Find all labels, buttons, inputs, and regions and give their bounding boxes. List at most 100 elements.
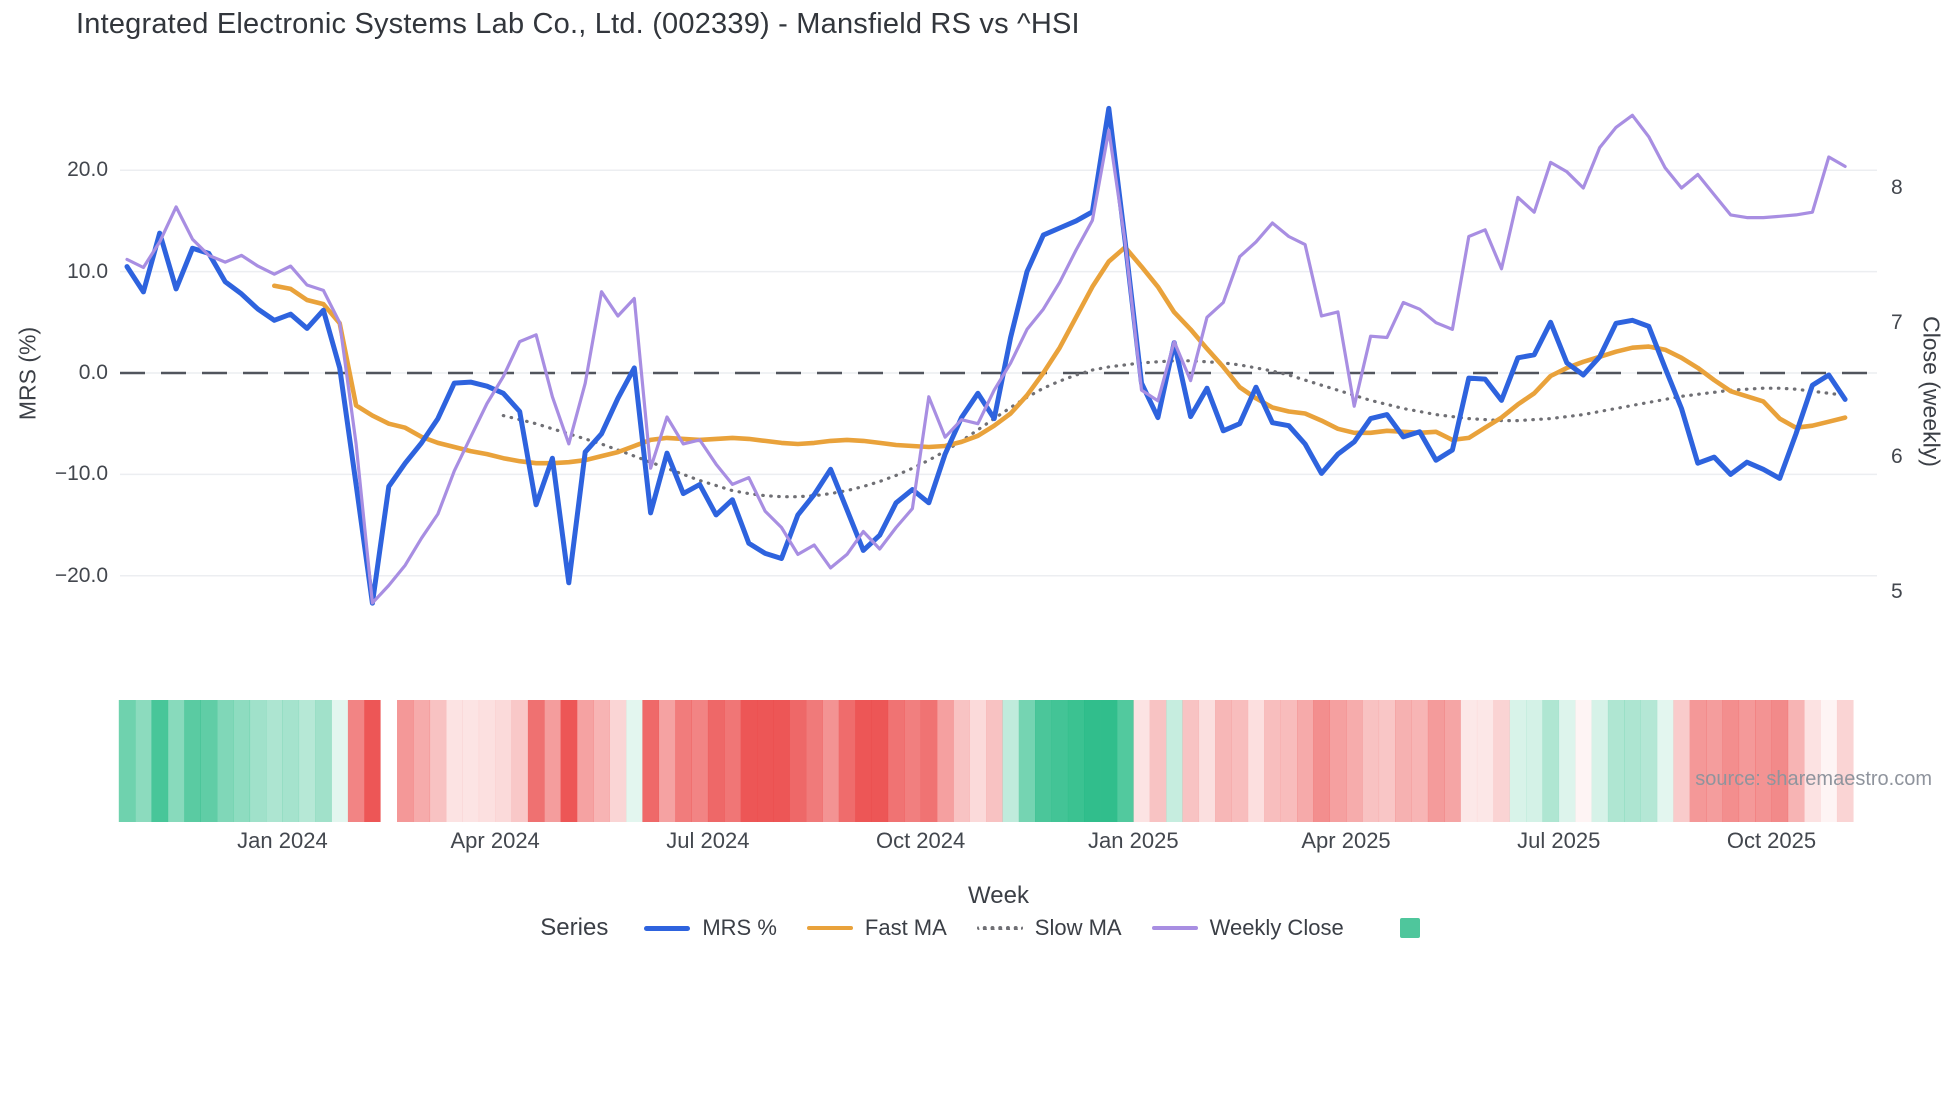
- heatmap-cell[interactable]: [1624, 700, 1641, 822]
- heatmap-cell[interactable]: [1509, 700, 1527, 822]
- heatmap-cell[interactable]: [1427, 700, 1445, 822]
- heatmap-cell[interactable]: [544, 700, 561, 822]
- heatmap-cell[interactable]: [1329, 700, 1347, 822]
- heatmap-cell[interactable]: [397, 700, 414, 822]
- heatmap-cell[interactable]: [1836, 700, 1854, 822]
- heatmap-cell[interactable]: [1117, 700, 1134, 822]
- heatmap-cell[interactable]: [838, 700, 856, 822]
- heatmap-cell[interactable]: [446, 700, 463, 822]
- heatmap-cell[interactable]: [135, 700, 152, 822]
- heatmap-cell[interactable]: [462, 700, 480, 822]
- heatmap-cell[interactable]: [871, 700, 889, 822]
- heatmap-cell[interactable]: [1542, 700, 1560, 822]
- heatmap-cell[interactable]: [1444, 700, 1461, 822]
- heatmap-cell[interactable]: [626, 700, 643, 822]
- legend-item-slow-ma[interactable]: Slow MA: [976, 915, 1122, 941]
- heatmap-cell[interactable]: [380, 700, 398, 822]
- heatmap-cell[interactable]: [1755, 700, 1772, 822]
- heatmap-cell[interactable]: [740, 700, 758, 822]
- heatmap-cell[interactable]: [233, 700, 251, 822]
- heatmap-cell[interactable]: [904, 700, 921, 822]
- heatmap-cell[interactable]: [1722, 700, 1740, 822]
- heatmap-cell[interactable]: [364, 700, 381, 822]
- heatmap-cell[interactable]: [1100, 700, 1118, 822]
- heatmap-cell[interactable]: [855, 700, 872, 822]
- heatmap-cell[interactable]: [1280, 700, 1298, 822]
- heatmap-cell[interactable]: [691, 700, 709, 822]
- heatmap-cell[interactable]: [1575, 700, 1592, 822]
- heatmap-cell[interactable]: [478, 700, 496, 822]
- legend-item-fast-ma[interactable]: Fast MA: [806, 915, 947, 941]
- heatmap-cell[interactable]: [315, 700, 332, 822]
- heatmap-cell[interactable]: [1198, 700, 1216, 822]
- heatmap-cell[interactable]: [495, 700, 512, 822]
- heatmap-cell[interactable]: [577, 700, 594, 822]
- heatmap-cell[interactable]: [1607, 700, 1625, 822]
- heatmap-cell[interactable]: [1215, 700, 1232, 822]
- heatmap-cell[interactable]: [1787, 700, 1805, 822]
- heatmap-cell[interactable]: [1689, 700, 1707, 822]
- heatmap-cell[interactable]: [1706, 700, 1723, 822]
- heatmap-cell[interactable]: [642, 700, 660, 822]
- heatmap-cell[interactable]: [1166, 700, 1183, 822]
- heatmap-cell[interactable]: [1476, 700, 1494, 822]
- heatmap-cell[interactable]: [1460, 700, 1478, 822]
- heatmap-cell[interactable]: [1035, 700, 1052, 822]
- heatmap-cell[interactable]: [937, 700, 954, 822]
- heatmap-cell[interactable]: [1297, 700, 1314, 822]
- heatmap-cell[interactable]: [347, 700, 365, 822]
- heatmap-cell[interactable]: [511, 700, 529, 822]
- heatmap-cell[interactable]: [920, 700, 938, 822]
- heatmap-cell[interactable]: [1247, 700, 1265, 822]
- heatmap-cell[interactable]: [413, 700, 431, 822]
- heatmap-cell[interactable]: [707, 700, 725, 822]
- heatmap-cell[interactable]: [1493, 700, 1510, 822]
- heatmap-cell[interactable]: [1591, 700, 1609, 822]
- heatmap-cell[interactable]: [266, 700, 283, 822]
- heatmap-cell[interactable]: [1182, 700, 1200, 822]
- heatmap-cell[interactable]: [167, 700, 185, 822]
- heatmap-cell[interactable]: [527, 700, 545, 822]
- heatmap-cell[interactable]: [1067, 700, 1085, 822]
- heatmap-cell[interactable]: [1362, 700, 1380, 822]
- heatmap-cell[interactable]: [593, 700, 610, 822]
- heatmap-cell[interactable]: [789, 700, 807, 822]
- heatmap-cell[interactable]: [757, 700, 774, 822]
- heatmap-cell[interactable]: [1738, 700, 1756, 822]
- heatmap-cell[interactable]: [560, 700, 578, 822]
- heatmap-cell[interactable]: [1395, 700, 1412, 822]
- heatmap-cell[interactable]: [1051, 700, 1069, 822]
- heatmap-cell[interactable]: [1771, 700, 1789, 822]
- heatmap-cell[interactable]: [118, 700, 136, 822]
- heatmap-cell[interactable]: [1656, 700, 1674, 822]
- heatmap-cell[interactable]: [675, 700, 692, 822]
- heatmap-cell[interactable]: [1673, 700, 1690, 822]
- heatmap-cell[interactable]: [609, 700, 627, 822]
- heatmap-cell[interactable]: [1313, 700, 1330, 822]
- legend-item-mrs-[interactable]: MRS %: [644, 915, 777, 941]
- heatmap-cell[interactable]: [1264, 700, 1281, 822]
- heatmap-cell[interactable]: [1820, 700, 1838, 822]
- heatmap-cell[interactable]: [1558, 700, 1576, 822]
- heatmap-cell[interactable]: [1346, 700, 1363, 822]
- heatmap-cell[interactable]: [1526, 700, 1543, 822]
- heatmap-cell[interactable]: [658, 700, 676, 822]
- heatmap-cell[interactable]: [1804, 700, 1821, 822]
- heatmap-cell[interactable]: [986, 700, 1003, 822]
- heatmap-cell[interactable]: [887, 700, 905, 822]
- heatmap-cell[interactable]: [282, 700, 300, 822]
- heatmap-cell[interactable]: [151, 700, 169, 822]
- heatmap-cell[interactable]: [1133, 700, 1150, 822]
- heatmap-cell[interactable]: [806, 700, 823, 822]
- heatmap-cell[interactable]: [953, 700, 970, 822]
- heatmap-cell[interactable]: [1411, 700, 1429, 822]
- heatmap-cell[interactable]: [298, 700, 316, 822]
- heatmap-cell[interactable]: [249, 700, 267, 822]
- heatmap-cell[interactable]: [1084, 700, 1101, 822]
- heatmap-cell[interactable]: [773, 700, 790, 822]
- heatmap-cell[interactable]: [969, 700, 987, 822]
- heatmap-cell[interactable]: [1018, 700, 1036, 822]
- legend-item-weekly-close[interactable]: Weekly Close: [1151, 915, 1344, 941]
- heatmap-cell[interactable]: [1149, 700, 1167, 822]
- heatmap-cell[interactable]: [1640, 700, 1658, 822]
